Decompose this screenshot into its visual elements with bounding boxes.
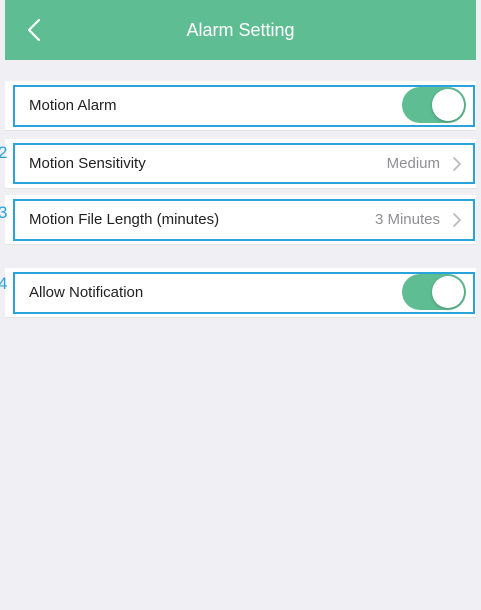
allow-notification-label: Allow Notification <box>29 284 144 301</box>
chevron-right-icon <box>453 213 461 227</box>
motion-sensitivity-value: Medium <box>386 155 440 172</box>
nav-header: Alarm Setting <box>5 0 476 60</box>
allow-notification-row: Allow Notification <box>5 268 476 318</box>
motion-file-length-row[interactable]: Motion File Length (minutes) 3 Minutes <box>5 195 476 245</box>
toggle-knob <box>432 89 464 121</box>
motion-alarm-toggle[interactable] <box>402 87 466 123</box>
callout-number-4: 4 <box>0 274 8 293</box>
motion-file-length-label: Motion File Length (minutes) <box>29 211 220 228</box>
allow-notification-toggle[interactable] <box>402 274 466 310</box>
callout-number-2: 2 <box>0 143 8 162</box>
page-title: Alarm Setting <box>186 20 295 40</box>
alarm-setting-screen: Alarm Setting Motion Alarm Motion Sensit… <box>0 0 481 610</box>
motion-alarm-label: Motion Alarm <box>29 97 117 114</box>
motion-sensitivity-label: Motion Sensitivity <box>29 155 146 172</box>
motion-sensitivity-row[interactable]: Motion Sensitivity Medium <box>5 139 476 189</box>
motion-file-length-value: 3 Minutes <box>374 211 440 228</box>
empty-content-area <box>5 318 476 610</box>
chevron-right-icon <box>453 157 461 171</box>
toggle-knob <box>432 276 464 308</box>
callout-number-3: 3 <box>0 203 8 222</box>
motion-alarm-row: Motion Alarm <box>5 81 476 131</box>
